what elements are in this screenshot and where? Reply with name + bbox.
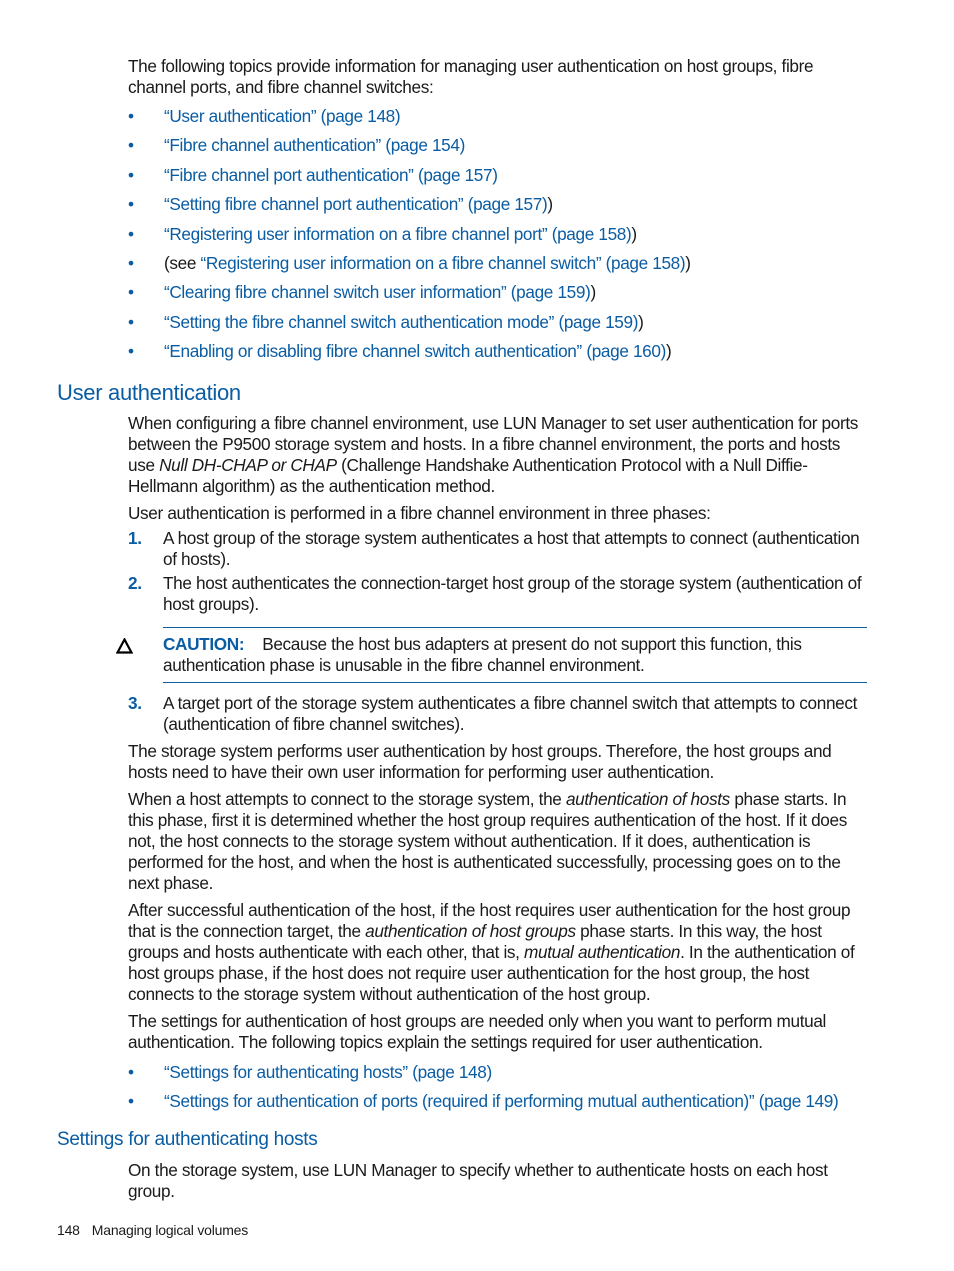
step-text: A target port of the storage system auth…	[163, 693, 858, 734]
topic-link[interactable]: “Fibre channel authentication” (page 154…	[164, 135, 465, 155]
caution-text: Because the host bus adapters at present…	[163, 634, 802, 675]
emphasis: authentication of host groups	[365, 921, 576, 941]
list-item: • “Setting fibre channel port authenticat…	[128, 194, 691, 223]
topic-link[interactable]: “Settings for authenticating hosts” (pag…	[164, 1062, 492, 1082]
user-auth-paragraph-4: When a host attempts to connect to the s…	[128, 789, 870, 894]
topic-link[interactable]: “Clearing fibre channel switch user info…	[164, 282, 591, 302]
page-footer: 148 Managing logical volumes	[57, 1222, 248, 1238]
topic-link[interactable]: “Settings for authentication of ports (r…	[164, 1091, 839, 1111]
list-suffix: )	[638, 311, 644, 332]
bullet-icon: •	[128, 282, 134, 303]
section-heading-settings-authenticating-hosts: Settings for authenticating hosts	[57, 1129, 318, 1150]
topic-link[interactable]: “User authentication” (page 148)	[164, 106, 401, 126]
bullet-icon: •	[128, 194, 134, 215]
document-page: The following topics provide information…	[0, 0, 954, 1271]
list-item: • “Settings for authentication of ports (…	[128, 1091, 839, 1120]
topic-link[interactable]: “Enabling or disabling fibre channel swi…	[164, 341, 666, 361]
bullet-icon: •	[128, 311, 134, 332]
topic-link[interactable]: “Registering user information on a fibre…	[164, 224, 632, 244]
settings-paragraph-1: On the storage system, use LUN Manager t…	[128, 1160, 828, 1201]
page-number: 148	[57, 1222, 80, 1238]
emphasis: Null DH-CHAP or CHAP	[159, 455, 337, 475]
step-text: The host authenticates the connection-ta…	[163, 573, 862, 614]
step-item: 1. A host group of the storage system au…	[128, 528, 870, 570]
caution-bottom-rule	[163, 682, 867, 683]
caution-label: CAUTION:	[163, 634, 245, 654]
section-heading-user-authentication: User authentication	[57, 380, 241, 405]
intro-paragraph: The following topics provide information…	[128, 56, 814, 97]
bullet-icon: •	[128, 252, 134, 273]
user-auth-paragraph-5: After successful authentication of the h…	[128, 900, 870, 1005]
step-item: 2. The host authenticates the connection…	[128, 573, 870, 615]
caution-note: CAUTION: Because the host bus adapters at…	[163, 634, 863, 676]
bullet-icon: •	[128, 106, 134, 126]
emphasis: mutual authentication	[524, 942, 681, 962]
user-auth-paragraph-2: User authentication is performed in a fi…	[128, 503, 711, 523]
list-item: • “Fibre channel authentication” (page 15…	[128, 135, 691, 164]
user-auth-paragraph-6: The settings for authentication of host …	[128, 1011, 827, 1052]
step-text: A host group of the storage system authe…	[163, 528, 860, 569]
intro-topic-list: • “User authentication” (page 148) • “Fibre…	[128, 106, 691, 371]
caution-top-rule	[163, 627, 867, 628]
chapter-title: Managing logical volumes	[91, 1222, 249, 1238]
topic-link[interactable]: “Fibre channel port authentication” (pag…	[164, 165, 498, 185]
user-auth-paragraph-3: The storage system performs user authent…	[128, 741, 832, 782]
topic-link[interactable]: “Setting the fibre channel switch authen…	[164, 312, 638, 332]
list-item: • (see “Registering user information on a…	[128, 253, 691, 282]
bullet-icon: •	[128, 341, 134, 362]
topic-link[interactable]: “Registering user information on a fibre…	[200, 253, 685, 273]
list-item: • “Fibre channel port authentication” (pa…	[128, 165, 691, 194]
list-item: • “Settings for authenticating hosts” (pa…	[128, 1062, 838, 1091]
list-suffix: )	[631, 223, 637, 244]
step-number: 1.	[128, 528, 142, 548]
list-item: • “Setting the fibre channel switch authe…	[128, 312, 691, 341]
bullet-icon: •	[128, 1091, 134, 1112]
list-item: • “Clearing fibre channel switch user inf…	[128, 282, 691, 311]
bullet-icon: •	[128, 1062, 134, 1082]
list-item: • “Registering user information on a fibr…	[128, 224, 691, 253]
step-number: 3.	[128, 693, 142, 713]
emphasis: authentication of hosts	[565, 789, 730, 809]
user-auth-paragraph-1: When configuring a fibre channel environ…	[128, 413, 870, 497]
list-suffix: )	[547, 194, 553, 215]
bullet-icon: •	[128, 135, 134, 156]
text-run: When a host attempts to connect to the s…	[128, 789, 566, 809]
settings-topic-list: • “Settings for authenticating hosts” (pa…	[128, 1062, 839, 1121]
topic-link[interactable]: “Setting fibre channel port authenticati…	[164, 194, 548, 214]
list-prefix: (see	[164, 252, 201, 273]
bullet-icon: •	[128, 164, 134, 185]
step-number: 2.	[128, 573, 142, 593]
list-item: • “Enabling or disabling fibre channel sw…	[128, 341, 691, 370]
list-suffix: )	[685, 252, 691, 273]
bullet-icon: •	[128, 223, 134, 244]
list-suffix: )	[665, 341, 672, 362]
caution-triangle-icon	[116, 638, 133, 654]
list-suffix: )	[590, 282, 596, 303]
step-item: 3. A target port of the storage system a…	[128, 693, 870, 735]
list-item: • “User authentication” (page 148)	[128, 106, 691, 135]
